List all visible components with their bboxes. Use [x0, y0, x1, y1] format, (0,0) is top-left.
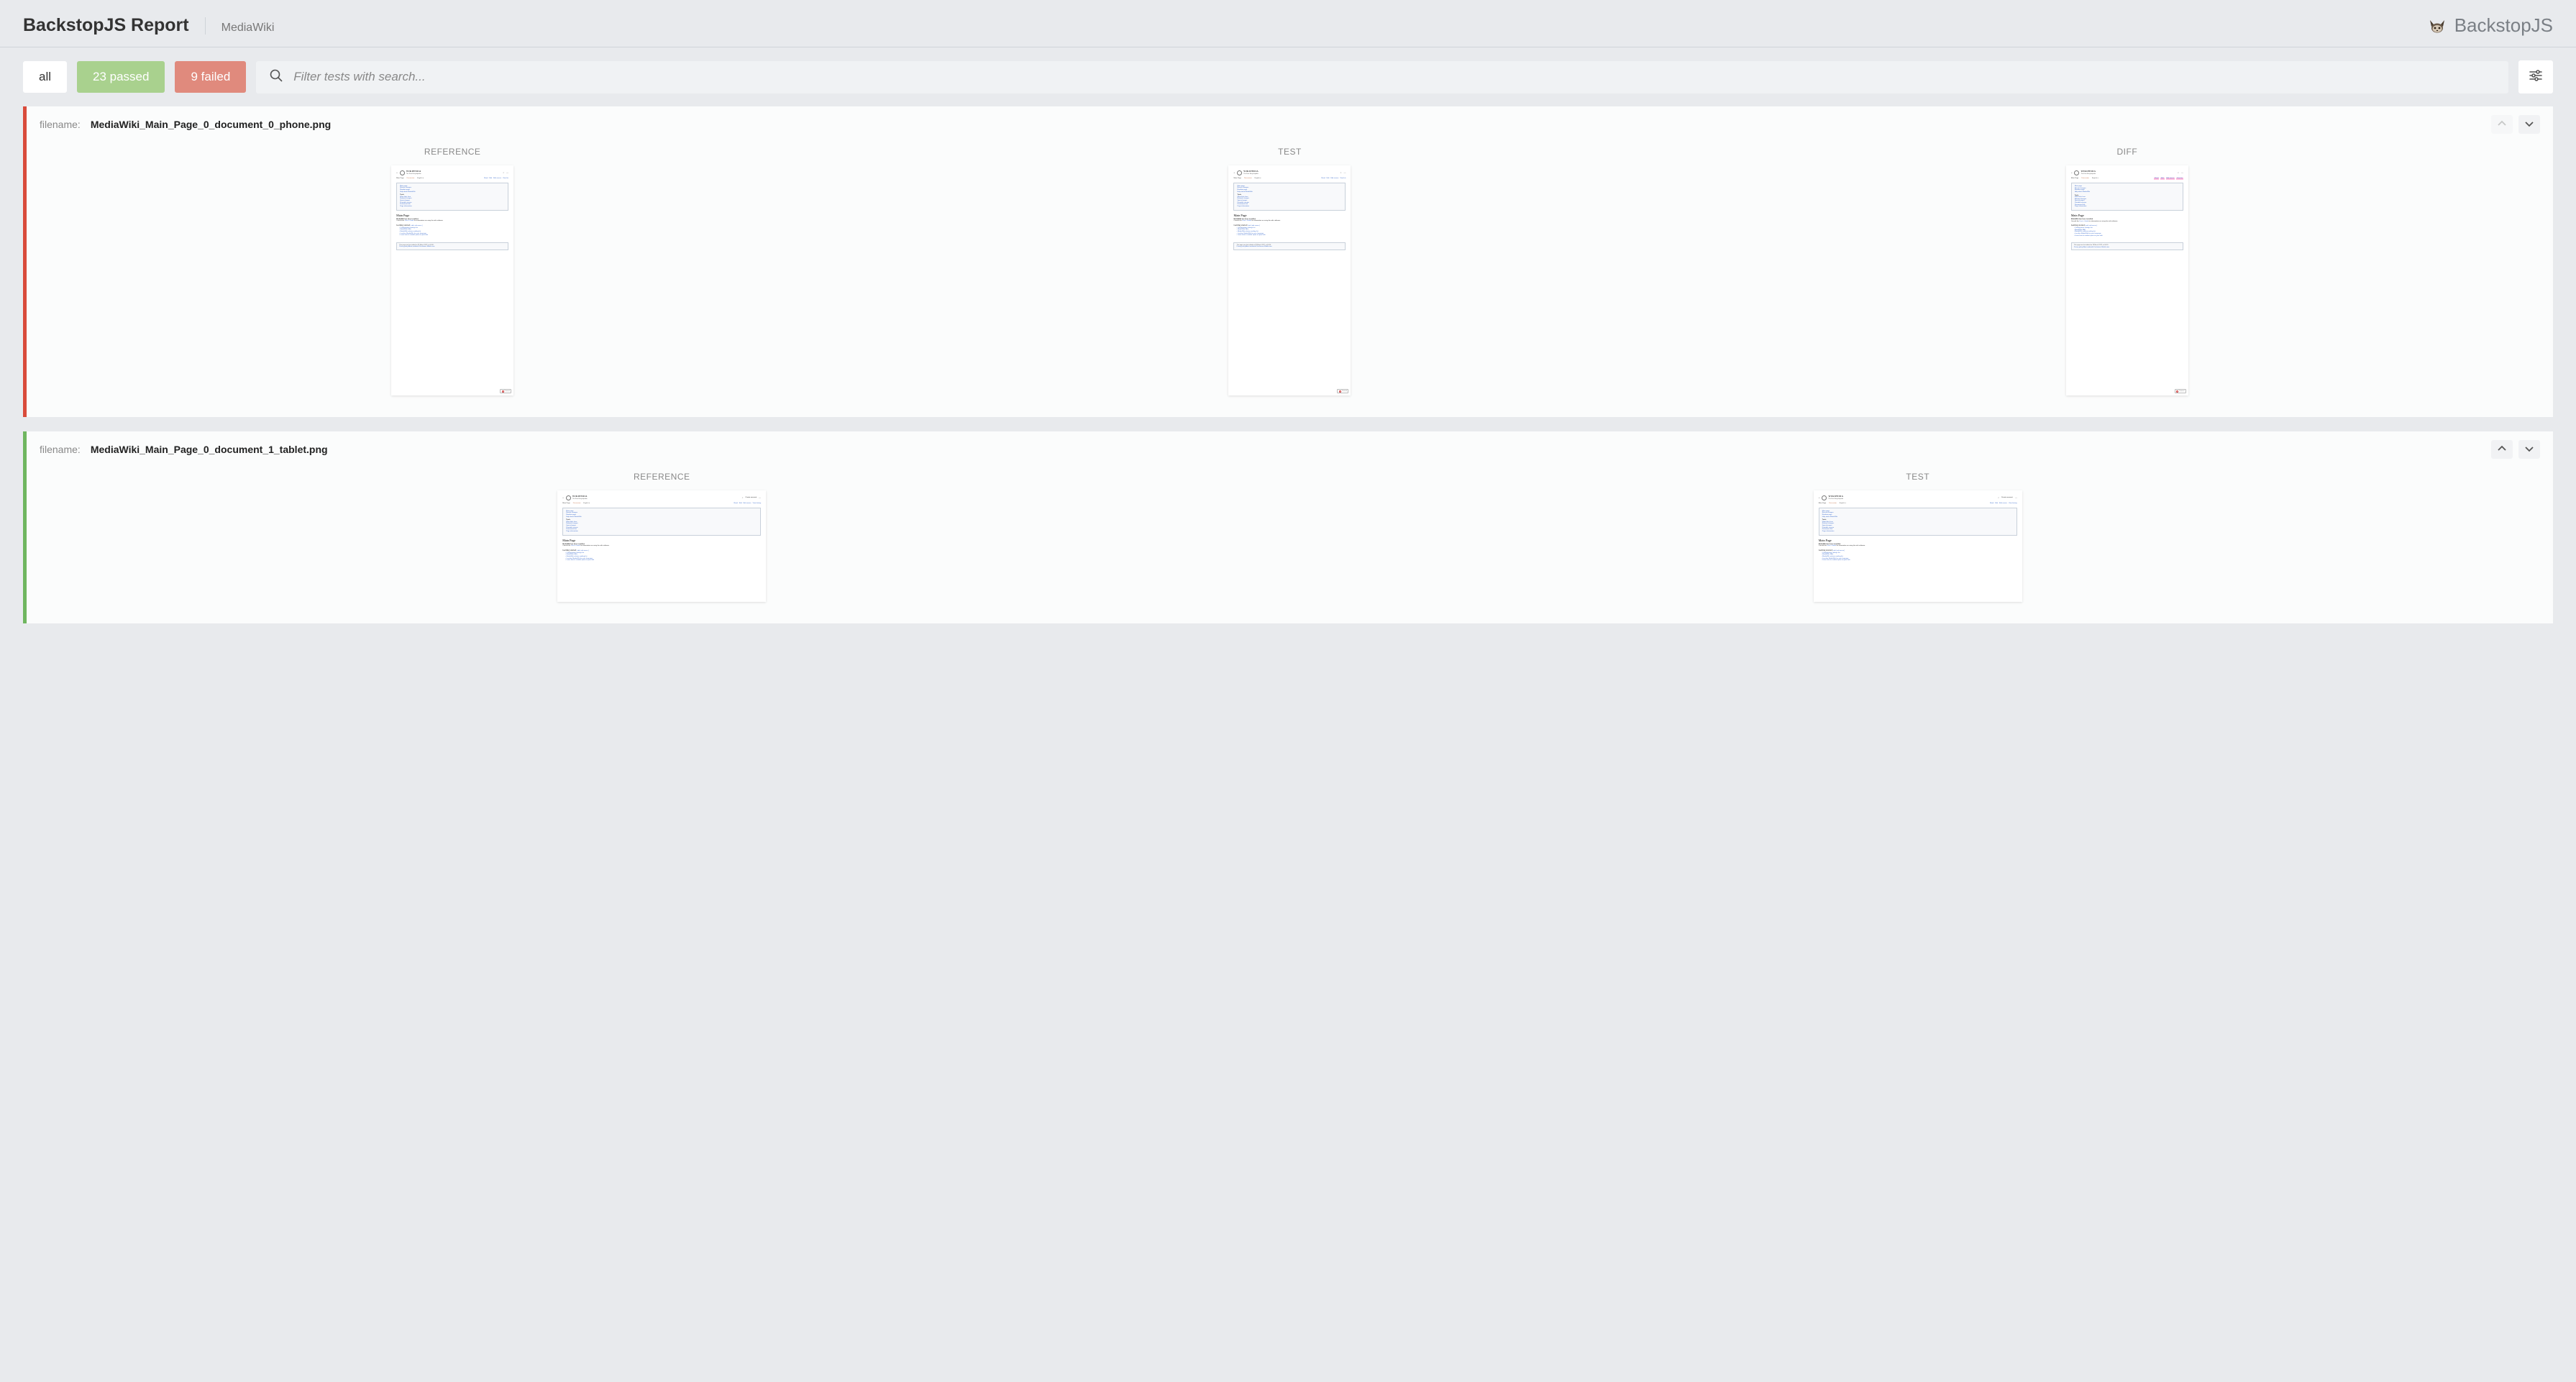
filename-value: MediaWiki_Main_Page_0_document_1_tablet.… — [91, 444, 328, 455]
test-thumbnail[interactable]: « WIKIPEDIA The Free Encyclopedia ⌕ Crea… — [1814, 490, 2022, 602]
title-divider — [205, 17, 206, 35]
report-item: filename: MediaWiki_Main_Page_0_document… — [23, 431, 2553, 623]
report-list: filename: MediaWiki_Main_Page_0_document… — [0, 106, 2576, 623]
lemur-icon — [2427, 18, 2447, 34]
filter-passed-button[interactable]: 23 passed — [77, 61, 165, 93]
diff-column: DIFF « WIKIPEDIA The Free Encyclopedia ⌕… — [1753, 147, 2502, 395]
reference-thumbnail[interactable]: « WIKIPEDIA The Free Encyclopedia ⌕ ⋯ Ma… — [391, 165, 513, 395]
test-column: TEST « WIKIPEDIA The Free Encyclopedia ⌕… — [1418, 472, 2417, 602]
prev-report-button[interactable] — [2491, 440, 2513, 459]
search-container — [256, 61, 2508, 93]
app-header: BackstopJS Report MediaWiki BackstopJS — [0, 0, 2576, 47]
diff-thumbnail[interactable]: « WIKIPEDIA The Free Encyclopedia ⌕ ⋯ Ma… — [2066, 165, 2188, 395]
chevron-up-icon — [2497, 443, 2507, 456]
toolbar: all 23 passed 9 failed — [0, 47, 2576, 106]
comparison-row: REFERENCE « WIKIPEDIA The Free Encyclope… — [27, 467, 2553, 623]
chevron-down-icon — [2524, 443, 2534, 456]
filter-all-button[interactable]: all — [23, 61, 67, 93]
reference-column: REFERENCE « WIKIPEDIA The Free Encyclope… — [78, 147, 827, 395]
sliders-icon — [2529, 69, 2543, 86]
filename-label: filename: — [40, 119, 81, 130]
filter-failed-button[interactable]: 9 failed — [175, 61, 246, 93]
project-name: MediaWiki — [221, 22, 275, 35]
test-column: TEST « WIKIPEDIA The Free Encyclopedia ⌕… — [915, 147, 1665, 395]
header-left: BackstopJS Report MediaWiki — [23, 15, 274, 36]
test-thumbnail[interactable]: « WIKIPEDIA The Free Encyclopedia ⌕ ⋯ Ma… — [1228, 165, 1351, 395]
settings-button[interactable] — [2518, 60, 2553, 93]
reference-thumbnail[interactable]: « WIKIPEDIA The Free Encyclopedia ⌕ Crea… — [557, 490, 766, 602]
filename-label: filename: — [40, 444, 81, 455]
diff-label: DIFF — [2116, 147, 2137, 157]
comparison-row: REFERENCE « WIKIPEDIA The Free Encyclope… — [27, 142, 2553, 417]
chevron-up-icon — [2497, 118, 2507, 131]
report-nav — [2491, 440, 2540, 459]
app-title: BackstopJS Report — [23, 15, 189, 36]
report-header: filename: MediaWiki_Main_Page_0_document… — [27, 431, 2553, 467]
header-right: BackstopJS — [2427, 14, 2553, 37]
search-input[interactable] — [293, 70, 2495, 84]
filename-value: MediaWiki_Main_Page_0_document_0_phone.p… — [91, 119, 331, 130]
next-report-button[interactable] — [2518, 115, 2540, 134]
reference-label: REFERENCE — [634, 472, 690, 482]
report-nav — [2491, 115, 2540, 134]
test-label: TEST — [1278, 147, 1302, 157]
chevron-down-icon — [2524, 118, 2534, 131]
reference-column: REFERENCE « WIKIPEDIA The Free Encyclope… — [163, 472, 1161, 602]
search-icon — [269, 68, 283, 86]
prev-report-button — [2491, 115, 2513, 134]
report-item: filename: MediaWiki_Main_Page_0_document… — [23, 106, 2553, 417]
brand-text: BackstopJS — [2454, 14, 2553, 37]
test-label: TEST — [1906, 472, 1929, 482]
next-report-button[interactable] — [2518, 440, 2540, 459]
report-header: filename: MediaWiki_Main_Page_0_document… — [27, 106, 2553, 142]
reference-label: REFERENCE — [424, 147, 481, 157]
